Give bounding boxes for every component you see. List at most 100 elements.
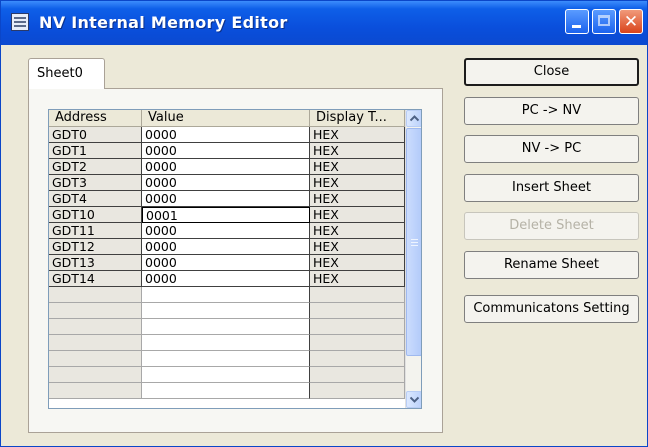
table-row[interactable]: GDT2 0000 HEX xyxy=(49,159,405,175)
display-type-cell[interactable]: HEX xyxy=(310,255,405,271)
value-cell[interactable]: 0000 xyxy=(142,255,310,271)
scroll-down-button[interactable] xyxy=(406,391,421,408)
scroll-up-button[interactable] xyxy=(406,110,421,127)
address-cell[interactable] xyxy=(49,367,142,383)
address-cell-text: GDT3 xyxy=(52,175,87,190)
address-cell[interactable] xyxy=(49,303,142,319)
address-cell[interactable] xyxy=(49,383,142,399)
address-cell[interactable]: GDT0 xyxy=(49,127,142,143)
table-row[interactable]: GDT13 0000 HEX xyxy=(49,255,405,271)
display-type-cell[interactable]: HEX xyxy=(310,271,405,287)
value-cell[interactable] xyxy=(142,287,310,303)
address-cell-text: GDT2 xyxy=(52,159,87,174)
table-row[interactable]: GDT11 0000 HEX xyxy=(49,223,405,239)
value-cell[interactable] xyxy=(142,367,310,383)
table-row[interactable]: GDT14 0000 HEX xyxy=(49,271,405,287)
empty-table-row[interactable] xyxy=(49,367,405,383)
display-type-cell[interactable] xyxy=(310,367,405,383)
address-cell[interactable]: GDT4 xyxy=(49,191,142,207)
display-type-cell[interactable] xyxy=(310,303,405,319)
value-cell-text: 0000 xyxy=(145,159,177,174)
insert-sheet-button[interactable]: Insert Sheet xyxy=(464,174,639,202)
value-cell[interactable]: 0000 xyxy=(142,239,310,255)
empty-table-row[interactable] xyxy=(49,287,405,303)
memory-grid: Address Value Display T... GDT0 0000 HEX GD… xyxy=(48,109,422,409)
title-bar[interactable]: NV Internal Memory Editor ✕ xyxy=(1,1,647,45)
close-window-button[interactable]: ✕ xyxy=(619,9,643,34)
address-cell[interactable] xyxy=(49,287,142,303)
vertical-scrollbar[interactable] xyxy=(405,110,421,408)
address-cell[interactable]: GDT13 xyxy=(49,255,142,271)
tab-sheet0[interactable]: Sheet0 xyxy=(28,58,105,89)
table-row[interactable]: GDT0 0000 HEX xyxy=(49,127,405,143)
address-cell-text: GDT0 xyxy=(52,127,87,142)
value-cell[interactable] xyxy=(142,351,310,367)
display-type-cell[interactable]: HEX xyxy=(310,239,405,255)
empty-table-row[interactable] xyxy=(49,335,405,351)
maximize-button[interactable] xyxy=(592,9,616,34)
address-cell-text: GDT1 xyxy=(52,143,87,158)
display-type-cell[interactable]: HEX xyxy=(310,207,405,223)
empty-table-row[interactable] xyxy=(49,351,405,367)
display-type-cell-text: HEX xyxy=(313,127,339,142)
address-cell[interactable]: GDT2 xyxy=(49,159,142,175)
value-cell[interactable]: 0000 xyxy=(142,223,310,239)
minimize-icon xyxy=(572,25,581,28)
display-type-cell[interactable] xyxy=(310,351,405,367)
display-type-cell[interactable]: HEX xyxy=(310,143,405,159)
empty-table-row[interactable] xyxy=(49,303,405,319)
empty-table-row[interactable] xyxy=(49,383,405,399)
nv-to-pc-button[interactable]: NV -> PC xyxy=(464,135,639,163)
value-cell[interactable]: 0000 xyxy=(142,175,310,191)
value-cell-text: 0000 xyxy=(145,239,177,254)
value-cell-text: 0000 xyxy=(145,255,177,270)
address-cell[interactable] xyxy=(49,351,142,367)
table-row[interactable]: GDT10 0001 HEX xyxy=(49,207,405,223)
value-cell[interactable] xyxy=(142,319,310,335)
rename-sheet-button[interactable]: Rename Sheet xyxy=(464,251,639,279)
value-cell[interactable]: 0000 xyxy=(142,127,310,143)
scroll-thumb[interactable] xyxy=(406,128,421,356)
close-button[interactable]: Close xyxy=(464,58,639,86)
display-type-cell[interactable]: HEX xyxy=(310,175,405,191)
column-header-value[interactable]: Value xyxy=(142,110,310,127)
display-type-cell[interactable]: HEX xyxy=(310,127,405,143)
value-cell[interactable]: 0001 xyxy=(142,207,310,223)
value-cell[interactable] xyxy=(142,335,310,351)
display-type-cell[interactable]: HEX xyxy=(310,159,405,175)
address-cell[interactable]: GDT12 xyxy=(49,239,142,255)
display-type-cell-text: HEX xyxy=(313,207,339,222)
value-cell[interactable] xyxy=(142,303,310,319)
value-cell[interactable]: 0000 xyxy=(142,159,310,175)
display-type-cell[interactable] xyxy=(310,335,405,351)
address-cell[interactable] xyxy=(49,319,142,335)
display-type-cell[interactable]: HEX xyxy=(310,191,405,207)
value-cell[interactable]: 0000 xyxy=(142,191,310,207)
display-type-cell[interactable] xyxy=(310,319,405,335)
table-row[interactable]: GDT3 0000 HEX xyxy=(49,175,405,191)
value-cell[interactable] xyxy=(142,383,310,399)
minimize-button[interactable] xyxy=(565,9,589,34)
value-cell[interactable]: 0000 xyxy=(142,143,310,159)
table-row[interactable]: GDT4 0000 HEX xyxy=(49,191,405,207)
display-type-cell[interactable] xyxy=(310,287,405,303)
address-cell[interactable]: GDT1 xyxy=(49,143,142,159)
value-cell[interactable]: 0000 xyxy=(142,271,310,287)
pc-to-nv-button[interactable]: PC -> NV xyxy=(464,97,639,125)
address-cell[interactable] xyxy=(49,335,142,351)
table-row[interactable]: GDT12 0000 HEX xyxy=(49,239,405,255)
display-type-cell-text: HEX xyxy=(313,223,339,238)
column-header-address[interactable]: Address xyxy=(49,110,142,127)
table-row[interactable]: GDT1 0000 HEX xyxy=(49,143,405,159)
display-type-cell-text: HEX xyxy=(313,191,339,206)
empty-table-row[interactable] xyxy=(49,319,405,335)
address-cell[interactable]: GDT14 xyxy=(49,271,142,287)
address-cell[interactable]: GDT10 xyxy=(49,207,142,223)
display-type-cell[interactable] xyxy=(310,383,405,399)
editor-window: NV Internal Memory Editor ✕ Sheet0 Addre… xyxy=(0,0,648,447)
column-header-display-type[interactable]: Display T... xyxy=(310,110,405,127)
communications-setting-button[interactable]: Communicatons Setting xyxy=(464,295,639,323)
address-cell[interactable]: GDT3 xyxy=(49,175,142,191)
display-type-cell[interactable]: HEX xyxy=(310,223,405,239)
address-cell[interactable]: GDT11 xyxy=(49,223,142,239)
